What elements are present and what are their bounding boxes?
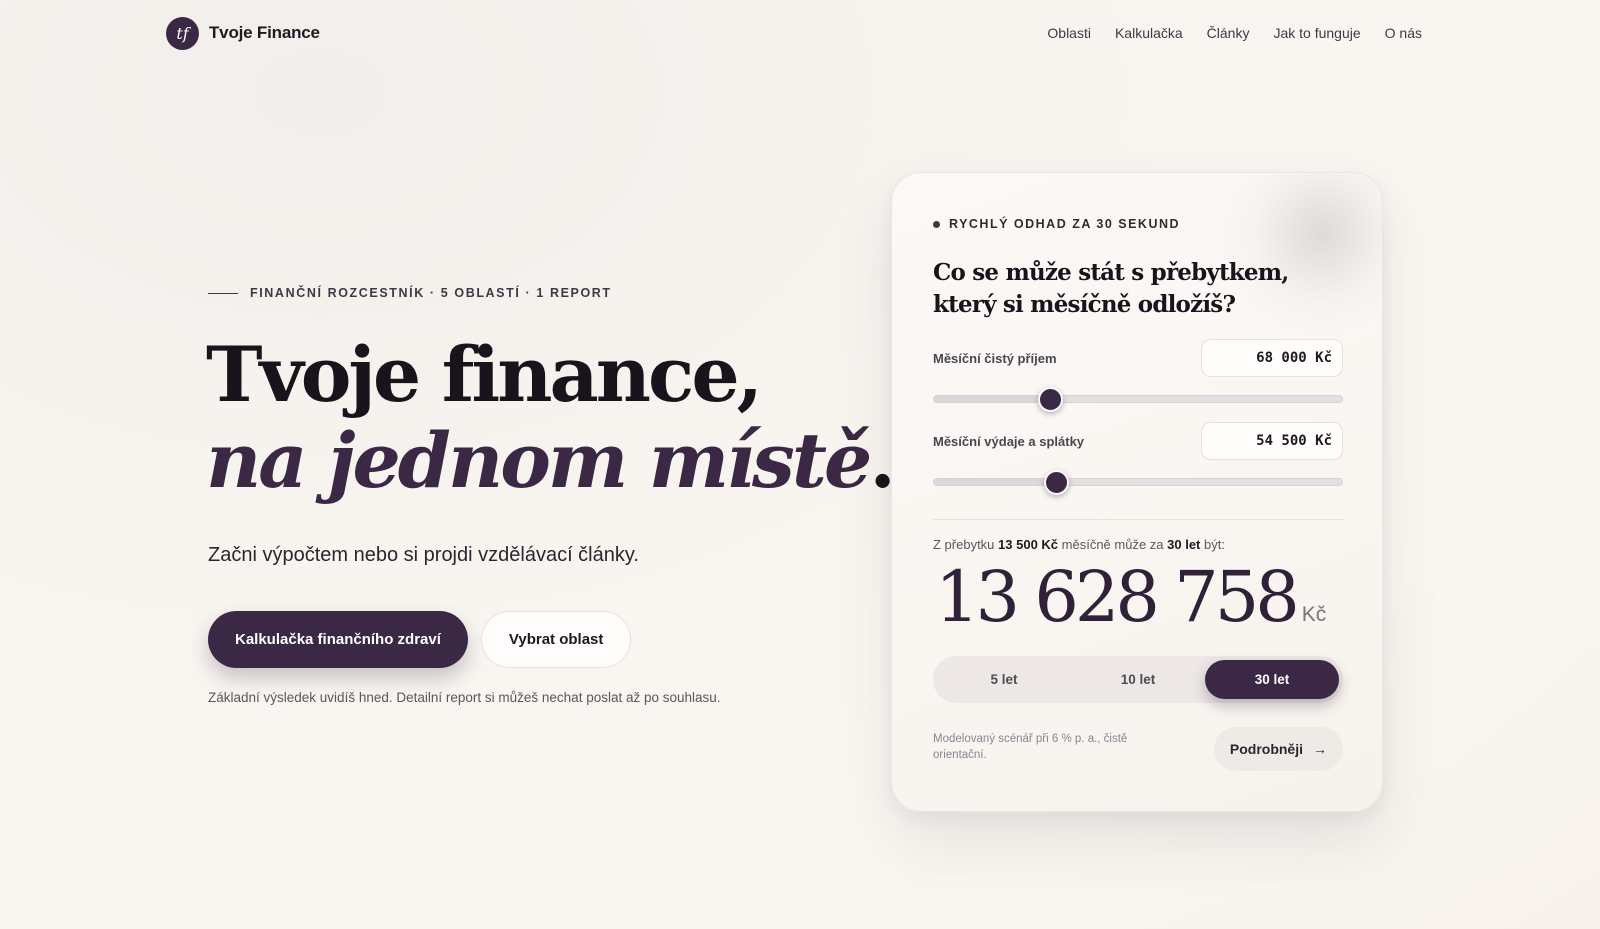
result-value: 13 628 758 [935,556,1300,638]
calculator-button[interactable]: Kalkulačka finančního zdraví [208,611,468,668]
hero-lead: Začni výpočtem nebo si projdi vzdělávací… [208,544,639,566]
nav-link-clanky[interactable]: Články [1207,25,1250,41]
card-kicker-text: RYCHLÝ ODHAD ZA 30 SEKUND [949,217,1181,231]
period-selector: 5 let 10 let 30 let [933,656,1343,703]
brand-name: Tvoje Finance [209,23,320,42]
income-label: Měsíční čistý příjem [933,350,1057,366]
hero-title-line1: Tvoje finance, [206,330,763,419]
details-button[interactable]: Podrobněji → [1213,727,1343,771]
hero-title: Tvoje finance, na jednom místě. [206,330,896,505]
hero-note: Základní výsledek uvidíš hned. Detailní … [208,690,721,705]
hero-title-line2-text: na jednom místě [206,416,872,505]
card-divider [933,519,1343,520]
site-header: tf Tvoje Finance Oblasti Kalkulačka Člán… [166,16,1422,50]
card-title: Co se může stát s přebytkem, který si mě… [933,259,1289,318]
card-kicker: RYCHLÝ ODHAD ZA 30 SEKUND [933,217,1180,231]
expenses-input[interactable] [1201,422,1343,460]
summary-middle: měsíčně může za [1058,537,1168,552]
eyebrow-text: FINANČNÍ ROZCESTNÍK · 5 OBLASTÍ · 1 REPO… [250,286,612,300]
hero-actions: Kalkulačka finančního zdraví Vybrat obla… [208,611,632,668]
nav-link-oblasti[interactable]: Oblasti [1047,25,1091,41]
nav-link-o-nas[interactable]: O nás [1385,25,1422,41]
summary-suffix: být: [1200,537,1225,552]
period-5-years[interactable]: 5 let [937,660,1071,699]
income-row: Měsíční čistý příjem [933,339,1343,377]
expenses-slider[interactable] [933,470,1343,495]
nav-link-jak-to-funguje[interactable]: Jak to funguje [1273,25,1360,41]
logo-icon: tf [166,16,199,50]
arrow-right-icon: → [1313,741,1327,757]
income-input[interactable] [1201,339,1343,377]
period-10-years[interactable]: 10 let [1071,660,1205,699]
hero-eyebrow: FINANČNÍ ROZCESTNÍK · 5 OBLASTÍ · 1 REPO… [208,286,612,300]
disclaimer: Modelovaný scénář při 6 % p. a., čistě o… [933,733,1128,761]
estimate-card: RYCHLÝ ODHAD ZA 30 SEKUND Co se může stá… [891,172,1383,812]
summary-prefix: Z přebytku [933,537,999,552]
surplus-summary: Z přebytku 13 500 Kč měsíčně může za 30 … [933,537,1225,552]
nav-link-kalkulacka[interactable]: Kalkulačka [1115,25,1183,41]
result: 13 628 758 Kč [935,551,1326,643]
hero-title-line2: na jednom místě. [206,416,896,505]
expenses-row: Měsíční výdaje a splátky [933,422,1343,460]
details-button-label: Podrobněji [1229,741,1303,757]
hero-title-dot: . [869,416,896,505]
income-slider[interactable] [933,387,1343,412]
summary-surplus: 13 500 Kč [998,537,1059,552]
expenses-slider-fill [934,479,1056,485]
dot-icon [933,220,940,228]
expenses-slider-thumb[interactable] [1043,470,1069,495]
result-unit: Kč [1301,603,1327,626]
income-slider-fill [934,396,1051,402]
income-slider-thumb[interactable] [1038,387,1064,412]
main-nav: Oblasti Kalkulačka Články Jak to funguje… [1047,25,1422,41]
period-30-years[interactable]: 30 let [1205,660,1339,699]
eyebrow-line [208,292,238,294]
summary-years: 30 let [1167,537,1201,552]
choose-area-button[interactable]: Vybrat oblast [480,611,632,668]
expenses-label: Měsíční výdaje a splátky [933,433,1085,449]
brand[interactable]: tf Tvoje Finance [166,16,320,50]
